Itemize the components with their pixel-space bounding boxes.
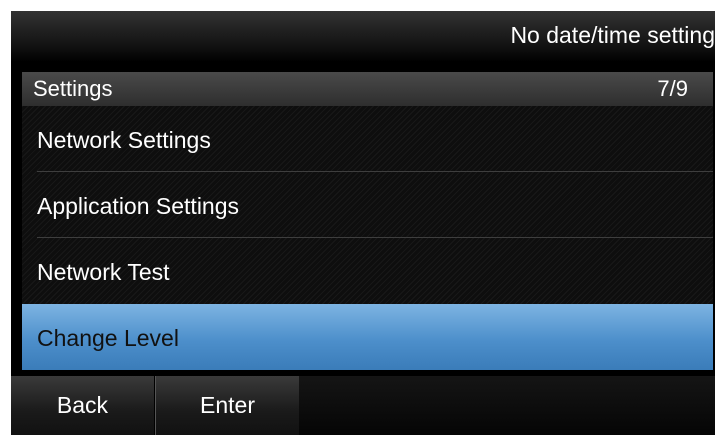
page-title: Settings [33, 76, 113, 101]
menu-item-label: Network Settings [37, 127, 211, 153]
menu-item-network-settings[interactable]: Network Settings [22, 106, 713, 172]
page-indicator: 7/9 [657, 76, 688, 101]
phone-screen: No date/time setting Settings 7/9 Networ… [11, 11, 715, 435]
menu-item-label: Network Test [37, 259, 170, 285]
menu-title-bar: Settings 7/9 [22, 72, 713, 106]
menu-item-label: Change Level [37, 325, 179, 351]
settings-menu-list: Network Settings Application Settings Ne… [22, 106, 713, 370]
back-button[interactable]: Back [11, 376, 154, 435]
softkey-bar: Back Enter [11, 376, 715, 435]
status-bar: No date/time setting [11, 11, 715, 62]
menu-item-change-level[interactable]: Change Level [22, 304, 713, 370]
menu-item-label: Application Settings [37, 193, 240, 219]
menu-item-application-settings[interactable]: Application Settings [22, 172, 713, 238]
menu-item-network-test[interactable]: Network Test [22, 238, 713, 304]
softkey-empty-area [299, 376, 715, 435]
enter-button[interactable]: Enter [155, 376, 299, 435]
date-time-status: No date/time setting [510, 22, 715, 48]
